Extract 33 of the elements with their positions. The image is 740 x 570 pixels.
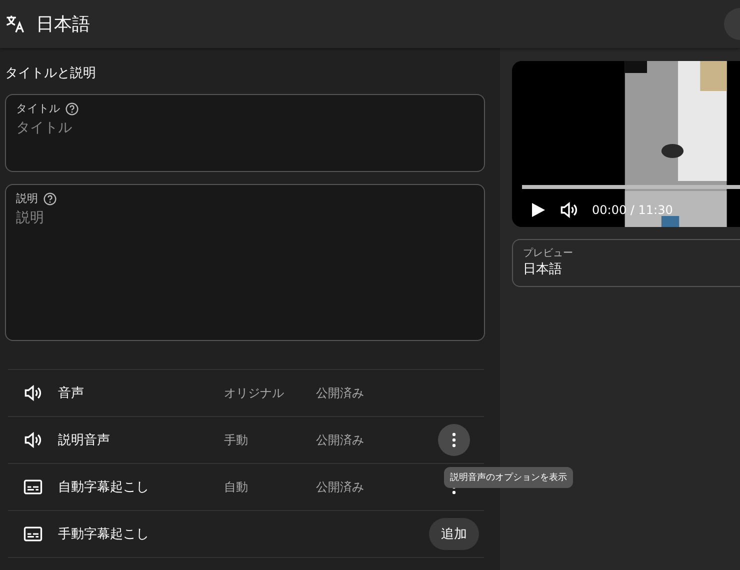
help-icon[interactable] (43, 192, 57, 206)
preview-field[interactable]: プレビュー 日本語 (512, 239, 740, 287)
text-field[interactable]: タイトル タイトル (5, 94, 485, 172)
more-icon (452, 432, 456, 448)
speaker-icon (22, 382, 44, 404)
track-status: 公開済み (316, 480, 364, 494)
track-status: 公開済み (316, 432, 364, 446)
tooltip: 説明音声のオプションを表示 (444, 467, 573, 488)
field-label: 説明 (16, 191, 38, 206)
track-type: 自動 (224, 480, 248, 494)
track-name: 自動字幕起こし (58, 479, 150, 496)
track-status: 公開済み (316, 386, 364, 400)
speaker-icon[interactable] (558, 199, 580, 221)
field-value: 日本語 (523, 261, 563, 278)
text-input[interactable]: 説明 (16, 206, 474, 230)
speaker-icon (22, 429, 44, 451)
track-name: 手動字幕起こし (58, 526, 150, 543)
track-type: オリジナル (224, 386, 284, 400)
section-title: タイトルと説明 (5, 65, 97, 82)
track-name: 音声 (58, 385, 85, 402)
progress-track[interactable] (522, 185, 740, 189)
play-icon[interactable] (530, 202, 546, 218)
translate-icon (4, 13, 26, 35)
field-label: プレビュー (523, 246, 574, 260)
help-icon[interactable] (65, 102, 79, 116)
page-title: 日本語 (36, 13, 90, 36)
text-input[interactable]: タイトル (16, 116, 474, 140)
add-button[interactable]: 追加 (429, 518, 479, 550)
track-type: 手動 (224, 432, 248, 446)
more-button[interactable] (438, 424, 470, 456)
field-label: タイトル (16, 101, 60, 116)
track-name: 説明音声 (58, 432, 111, 449)
text-field[interactable]: 説明 説明 (5, 184, 485, 341)
